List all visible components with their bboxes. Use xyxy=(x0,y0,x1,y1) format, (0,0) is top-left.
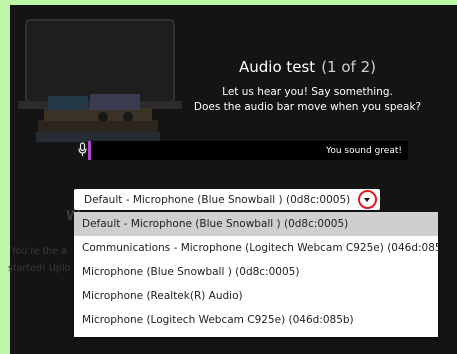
background-text-line1: You're the a xyxy=(11,246,67,257)
instruction-question: Does the audio bar move when you speak? xyxy=(193,101,422,113)
audio-level-meter: You sound great! xyxy=(88,141,408,160)
audio-level-fill xyxy=(88,141,92,160)
microphone-select[interactable]: Default - Microphone (Blue Snowball ) (0… xyxy=(74,189,380,210)
chevron-down-icon[interactable] xyxy=(358,190,377,209)
dialog-title: Audio test xyxy=(238,58,316,76)
microphone-option[interactable]: Default - Microphone (Blue Snowball ) (0… xyxy=(74,212,438,236)
instruction-text: Let us hear you! Say something. xyxy=(222,86,393,98)
audio-feedback-text: You sound great! xyxy=(326,145,402,156)
microphone-option[interactable]: Microphone (Blue Snowball ) (0d8c:0005) xyxy=(74,260,438,284)
step-counter: (1 of 2) xyxy=(321,58,376,76)
microphone-icon xyxy=(78,142,87,156)
microphone-option[interactable]: Microphone (Realtek(R) Audio) xyxy=(74,284,438,308)
book-1 xyxy=(38,120,158,132)
dialog-title-row: Audio test (1 of 2) xyxy=(8,58,457,76)
speaker-left xyxy=(98,112,108,122)
microphone-select-value: Default - Microphone (Blue Snowball ) (0… xyxy=(84,193,351,206)
background-text-line2: started! Uplo xyxy=(8,263,71,274)
audio-test-panel: Audio test (1 of 2) Let us hear you! Say … xyxy=(8,5,457,354)
microphone-option[interactable]: Communications - Microphone (Logitech We… xyxy=(74,236,438,260)
microphone-option[interactable]: Microphone (Logitech Webcam C925e) (046d… xyxy=(74,308,438,332)
speaker-right xyxy=(123,112,133,122)
microphone-dropdown-list: Default - Microphone (Blue Snowball ) (0… xyxy=(74,212,438,337)
